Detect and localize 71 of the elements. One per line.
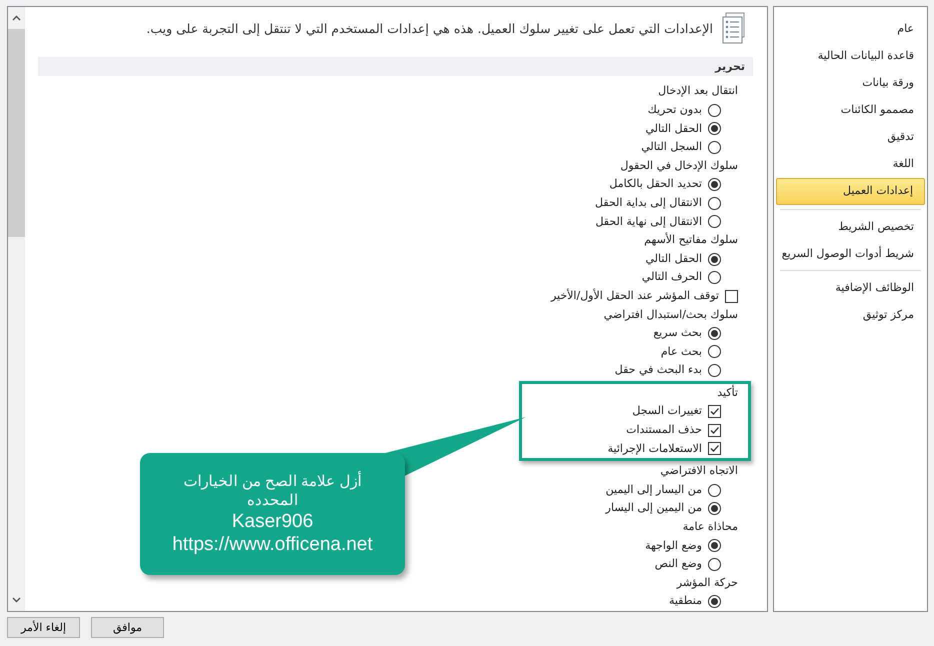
radio-button[interactable] bbox=[708, 104, 721, 117]
group-label: الاتجاه الافتراضي bbox=[660, 463, 738, 480]
document-list-icon bbox=[721, 12, 747, 44]
radio-button[interactable] bbox=[708, 215, 721, 228]
option-label: الحقل التالي bbox=[646, 250, 702, 267]
radio-button[interactable] bbox=[708, 271, 721, 284]
radio-button[interactable] bbox=[708, 484, 721, 497]
sidebar-item[interactable]: مركز توثيق bbox=[776, 302, 925, 327]
checkbox[interactable] bbox=[708, 442, 721, 456]
radio-button[interactable] bbox=[708, 122, 721, 136]
option-label: تحديد الحقل بالكامل bbox=[609, 176, 702, 192]
sidebar-item[interactable]: قاعدة البيانات الحالية bbox=[776, 43, 925, 68]
option-label: توقف المؤشر عند الحقل الأول/الأخير bbox=[550, 288, 719, 304]
radio-button[interactable] bbox=[708, 140, 721, 154]
option-label: الحقل التالي bbox=[646, 120, 702, 137]
option-label: الانتقال إلى نهاية الحقل bbox=[595, 214, 702, 230]
group-label: حركة المؤشر bbox=[676, 574, 738, 591]
sidebar-item[interactable]: مصممو الكائنات bbox=[776, 97, 925, 122]
sidebar-item[interactable]: عام bbox=[776, 16, 925, 41]
group-label: تأكيد bbox=[717, 384, 738, 401]
radio-button[interactable] bbox=[708, 558, 721, 572]
section-title: تحرير bbox=[715, 60, 745, 74]
option-label: الانتقال إلى بداية الحقل bbox=[595, 194, 702, 211]
option-label: من اليمين إلى اليسار bbox=[606, 500, 702, 516]
radio-button[interactable] bbox=[708, 539, 721, 552]
option-label: السجل التالي bbox=[641, 139, 702, 156]
option-label: وضع النص bbox=[654, 556, 702, 572]
radio-button[interactable] bbox=[708, 178, 721, 192]
cancel-button[interactable]: إلغاء الأمر bbox=[7, 617, 80, 638]
option-label: الاستعلامات الإجرائية bbox=[608, 440, 702, 457]
sidebar-item[interactable]: ورقة بيانات bbox=[776, 70, 925, 95]
sidebar-item[interactable]: تخصيص الشريط bbox=[776, 214, 925, 239]
checkbox[interactable] bbox=[708, 405, 721, 418]
option-label: تغييرات السجل bbox=[632, 403, 702, 420]
option-label: وضع الواجهة bbox=[645, 538, 702, 554]
ok-button[interactable]: موافق bbox=[91, 617, 164, 638]
scroll-down-icon[interactable] bbox=[12, 597, 21, 603]
option-label: منطقية bbox=[668, 593, 702, 610]
checkbox[interactable] bbox=[725, 290, 738, 303]
group-label: محاذاة عامة bbox=[682, 519, 738, 536]
option-label: بحث سريع bbox=[653, 325, 702, 342]
callout-author: Kaser906 bbox=[232, 510, 314, 533]
option-label: من اليسار إلى اليمين bbox=[606, 482, 702, 498]
group-label: سلوك الإدخال في الحقول bbox=[620, 158, 738, 174]
option-label: الحرف التالي bbox=[642, 269, 702, 286]
description-text: الإعدادات التي تعمل على تغيير سلوك العميل. هذه هي إعدادات المستخدم التي لا تنتقل إلى التجربة على ويب. bbox=[146, 20, 713, 36]
option-label: بحث عام bbox=[660, 344, 702, 360]
sidebar-item[interactable]: إعدادات العميل bbox=[776, 178, 925, 205]
option-label: بدون تحريك bbox=[648, 102, 702, 118]
radio-button[interactable] bbox=[708, 252, 721, 266]
radio-button[interactable] bbox=[708, 326, 721, 340]
group-label: سلوك مفاتيح الأسهم bbox=[644, 232, 738, 248]
callout-instruction: أزل علامة الصح من الخيارات المحدده bbox=[182, 472, 362, 510]
scroll-up-icon[interactable] bbox=[12, 15, 21, 21]
sidebar-item[interactable]: الوظائف الإضافية bbox=[776, 275, 925, 300]
sidebar-item[interactable]: تدقيق bbox=[776, 124, 925, 149]
option-label: بدء البحث في حقل bbox=[614, 362, 702, 378]
scrollbar[interactable] bbox=[8, 7, 25, 611]
option-label: حذف المستندات bbox=[626, 422, 702, 438]
checkbox[interactable] bbox=[708, 424, 721, 437]
sidebar-item[interactable]: شريط أدوات الوصول السريع bbox=[776, 241, 925, 266]
callout-url: https://www.officena.net bbox=[172, 533, 373, 556]
sidebar-item[interactable]: اللغة bbox=[776, 151, 925, 176]
radio-button[interactable] bbox=[708, 364, 721, 378]
scroll-thumb[interactable] bbox=[8, 29, 25, 237]
radio-button[interactable] bbox=[708, 196, 721, 210]
radio-button[interactable] bbox=[708, 595, 721, 608]
group-label: انتقال بعد الإدخال bbox=[658, 83, 738, 100]
radio-button[interactable] bbox=[708, 502, 721, 516]
group-label: سلوك بحث/استبدال افتراضي bbox=[604, 306, 738, 323]
radio-button[interactable] bbox=[708, 345, 721, 358]
